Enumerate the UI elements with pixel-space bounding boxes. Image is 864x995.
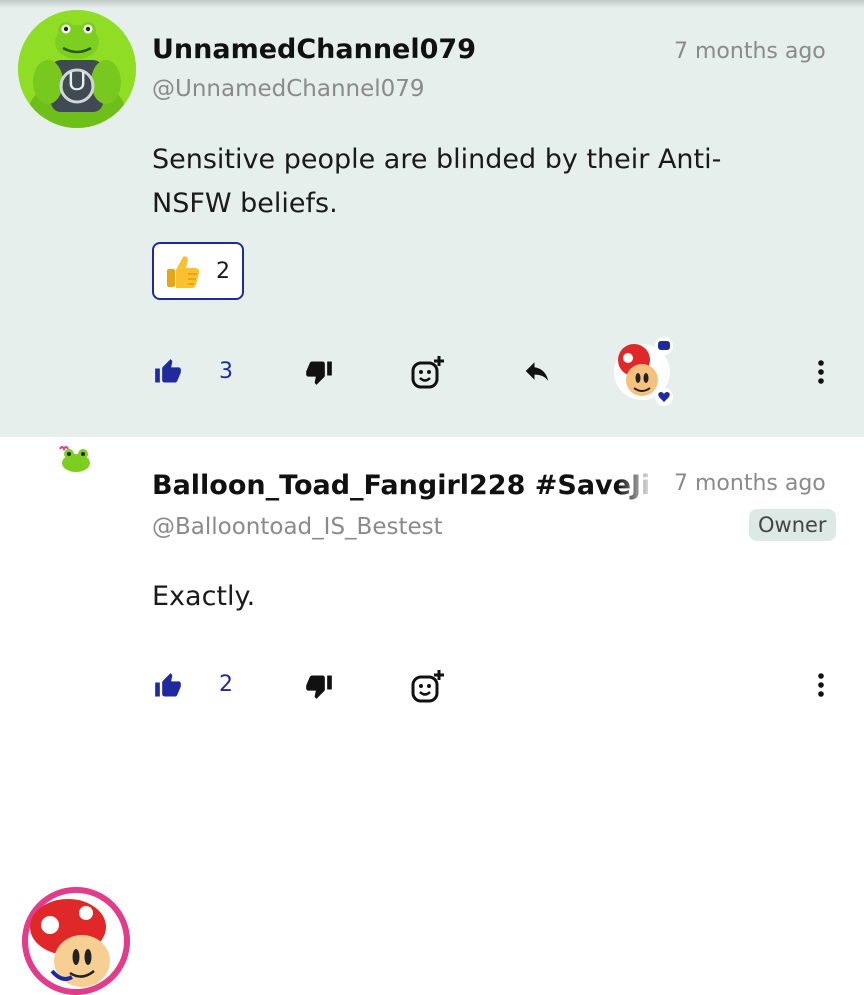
toad-avatar-icon (22, 887, 130, 995)
owner-avatar-icon (614, 337, 673, 406)
like-count: 2 (219, 672, 233, 697)
dislike-button[interactable] (305, 672, 335, 702)
more-options-button[interactable] (813, 358, 829, 386)
owner-heart-indicator (608, 336, 680, 408)
add-reaction-button[interactable] (410, 668, 446, 704)
avatar-letter: U (67, 66, 87, 96)
dislike-button[interactable] (305, 358, 335, 388)
like-button[interactable] (154, 358, 184, 388)
owner-badge: Owner (749, 509, 836, 541)
comment-line: NSFW beliefs. (152, 188, 338, 219)
comment-text: Sensitive people are blinded by their An… (152, 138, 721, 226)
add-emoji-icon (411, 356, 444, 389)
thumbs-up-icon (155, 359, 181, 383)
thumbs-up-icon (155, 673, 181, 697)
more-vert-icon (818, 673, 824, 697)
emoji-reaction-chip[interactable]: 2 (152, 242, 244, 300)
user-handle[interactable]: @Balloontoad_IS_Bestest (152, 514, 443, 540)
comment: Balloon_Toad_Fangirl228 #SaveJi 7 months… (0, 437, 864, 995)
frog-hat-icon (59, 446, 90, 472)
timestamp: 7 months ago (674, 39, 826, 64)
more-options-button[interactable] (813, 671, 829, 699)
reply-icon (525, 362, 549, 381)
more-vert-icon (818, 360, 824, 384)
reply-button[interactable] (520, 356, 554, 386)
comment-highlighted: U UnnamedChannel079 7 months ago @Unname… (0, 0, 864, 437)
comment-text: Exactly. (152, 575, 255, 619)
like-count: 3 (219, 359, 233, 384)
reaction-count: 2 (216, 259, 230, 284)
user-handle[interactable]: @UnnamedChannel079 (152, 76, 425, 102)
thumbs-down-icon (306, 361, 332, 385)
add-emoji-icon (411, 670, 444, 703)
thumbs-up-emoji-icon (167, 256, 200, 288)
avatar[interactable]: U (18, 10, 136, 128)
thumbs-down-icon (306, 675, 332, 699)
add-reaction-button[interactable] (410, 354, 446, 390)
username[interactable]: UnnamedChannel079 (152, 34, 476, 65)
like-button[interactable] (154, 672, 184, 702)
username[interactable]: Balloon_Toad_Fangirl228 #SaveJi (152, 470, 652, 501)
username-fade (618, 469, 654, 505)
avatar[interactable] (22, 887, 130, 995)
top-shadow (0, 0, 864, 8)
timestamp: 7 months ago (674, 471, 826, 496)
comment-line: Exactly. (152, 581, 256, 612)
comment-line: Sensitive people are blinded by their An… (152, 144, 722, 175)
